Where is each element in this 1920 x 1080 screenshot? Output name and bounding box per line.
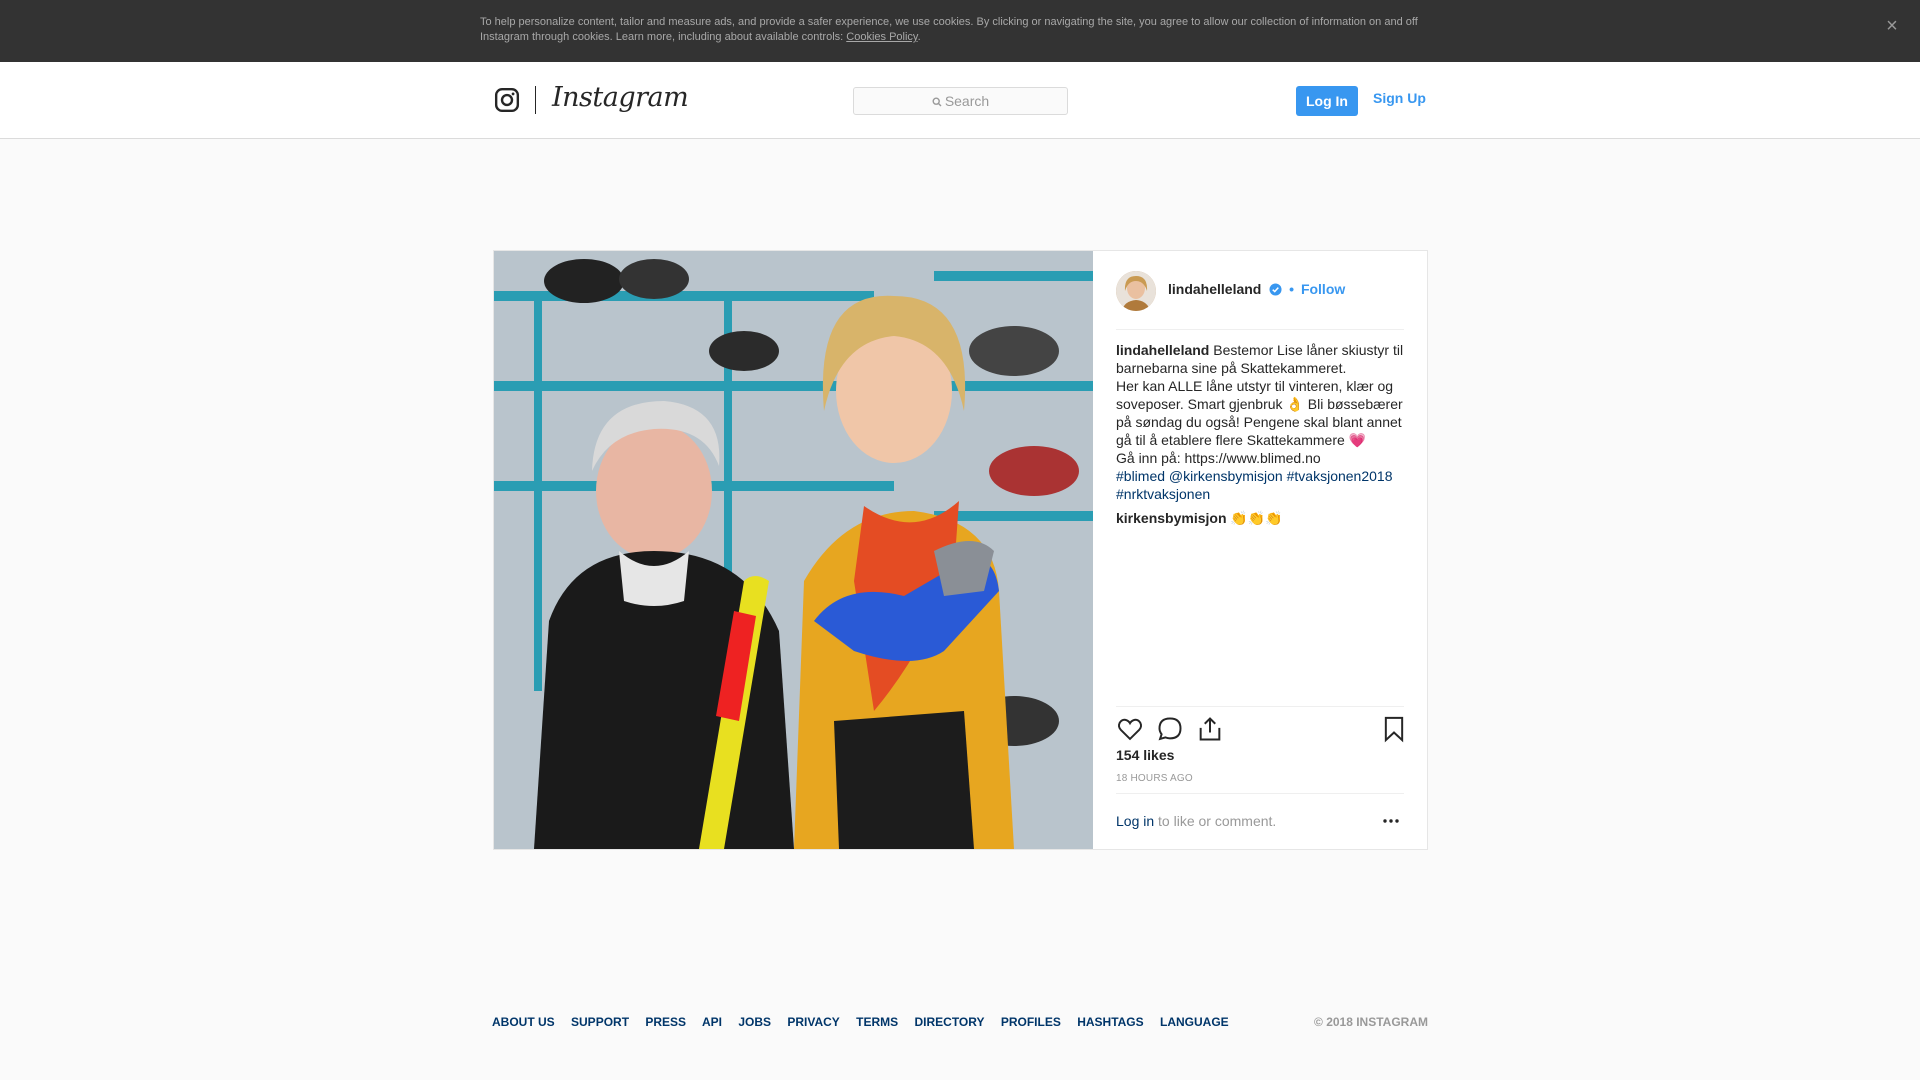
avatar-image	[1116, 271, 1156, 311]
caption-line-2: Her kan ALLE låne utstyr til vinteren, k…	[1116, 378, 1403, 448]
comment: kirkensbymisjon 👏👏👏	[1116, 509, 1283, 527]
author-username[interactable]: lindahelleland	[1168, 281, 1261, 297]
top-nav: Instagram Search Log In Sign Up	[0, 62, 1920, 139]
footer: ABOUT US SUPPORT PRESS API JOBS PRIVACY …	[492, 1015, 1428, 1031]
login-prompt: Log in to like or comment.	[1116, 813, 1276, 829]
mention-link[interactable]: @kirkensbymisjon	[1169, 468, 1283, 484]
post-card: lindahelleland • Follow lindahelleland B…	[493, 250, 1428, 850]
cookie-banner: To help personalize content, tailor and …	[0, 0, 1920, 62]
bookmark-icon[interactable]	[1380, 715, 1408, 743]
footer-link-hashtags[interactable]: HASHTAGS	[1077, 1015, 1143, 1029]
instagram-glyph-icon[interactable]	[494, 87, 520, 113]
divider	[1116, 329, 1404, 330]
cookies-policy-link[interactable]: Cookies Policy	[846, 31, 917, 43]
comment-icon[interactable]	[1156, 715, 1184, 743]
follow-separator: •	[1285, 281, 1298, 297]
verified-badge-icon	[1269, 283, 1282, 296]
login-prompt-text: to like or comment.	[1154, 813, 1277, 829]
footer-link-api[interactable]: API	[702, 1015, 722, 1029]
post-timestamp[interactable]: 18 HOURS AGO	[1116, 773, 1193, 784]
copyright: © 2018 INSTAGRAM	[1314, 1015, 1428, 1029]
divider	[1116, 706, 1404, 707]
post-sidebar: lindahelleland • Follow lindahelleland B…	[1093, 251, 1427, 849]
hashtag-link[interactable]: #tvaksjonen2018	[1287, 468, 1393, 484]
footer-link-terms[interactable]: TERMS	[856, 1015, 898, 1029]
footer-link-profiles[interactable]: PROFILES	[1001, 1015, 1061, 1029]
follow-button[interactable]: Follow	[1301, 281, 1345, 297]
close-icon[interactable]: ×	[1882, 16, 1902, 36]
footer-link-press[interactable]: PRESS	[645, 1015, 686, 1029]
logo-divider	[535, 86, 536, 114]
share-icon[interactable]	[1196, 715, 1224, 743]
avatar[interactable]	[1116, 271, 1156, 311]
footer-link-jobs[interactable]: JOBS	[738, 1015, 771, 1029]
search-placeholder-wrap: Search	[854, 93, 1067, 109]
login-link[interactable]: Log in	[1116, 813, 1154, 829]
hashtag-link[interactable]: #nrktvaksjonen	[1116, 486, 1210, 502]
hashtag-link[interactable]: #blimed	[1116, 468, 1165, 484]
more-options-icon[interactable]	[1381, 811, 1401, 831]
search-placeholder: Search	[944, 93, 990, 109]
caption-username[interactable]: lindahelleland	[1116, 342, 1209, 358]
login-button[interactable]: Log In	[1296, 86, 1358, 116]
instagram-logo[interactable]: Instagram	[552, 82, 689, 113]
post-actions	[1116, 715, 1406, 745]
footer-link-directory[interactable]: DIRECTORY	[914, 1015, 984, 1029]
cookie-banner-suffix: .	[917, 31, 921, 43]
cookie-banner-text: To help personalize content, tailor and …	[480, 15, 1420, 45]
cookie-banner-message: To help personalize content, tailor and …	[480, 16, 1418, 43]
caption-line-3: Gå inn på: https://www.blimed.no	[1116, 450, 1321, 466]
footer-link-support[interactable]: SUPPORT	[571, 1015, 629, 1029]
post-photo-image	[494, 251, 1093, 849]
post-author: lindahelleland • Follow	[1168, 281, 1345, 297]
search-input[interactable]: Search	[853, 87, 1068, 115]
footer-link-about[interactable]: ABOUT US	[492, 1015, 555, 1029]
post-photo[interactable]	[494, 251, 1093, 849]
heart-icon[interactable]	[1116, 715, 1144, 743]
comment-text: 👏👏👏	[1230, 510, 1283, 526]
divider	[1116, 793, 1404, 794]
search-icon	[932, 97, 942, 107]
comment-username[interactable]: kirkensbymisjon	[1116, 510, 1227, 526]
signup-link[interactable]: Sign Up	[1373, 90, 1426, 106]
footer-link-privacy[interactable]: PRIVACY	[787, 1015, 839, 1029]
like-count[interactable]: 154 likes	[1116, 747, 1174, 763]
footer-link-language[interactable]: LANGUAGE	[1160, 1015, 1229, 1029]
post-caption: lindahelleland Bestemor Lise låner skius…	[1116, 341, 1408, 503]
